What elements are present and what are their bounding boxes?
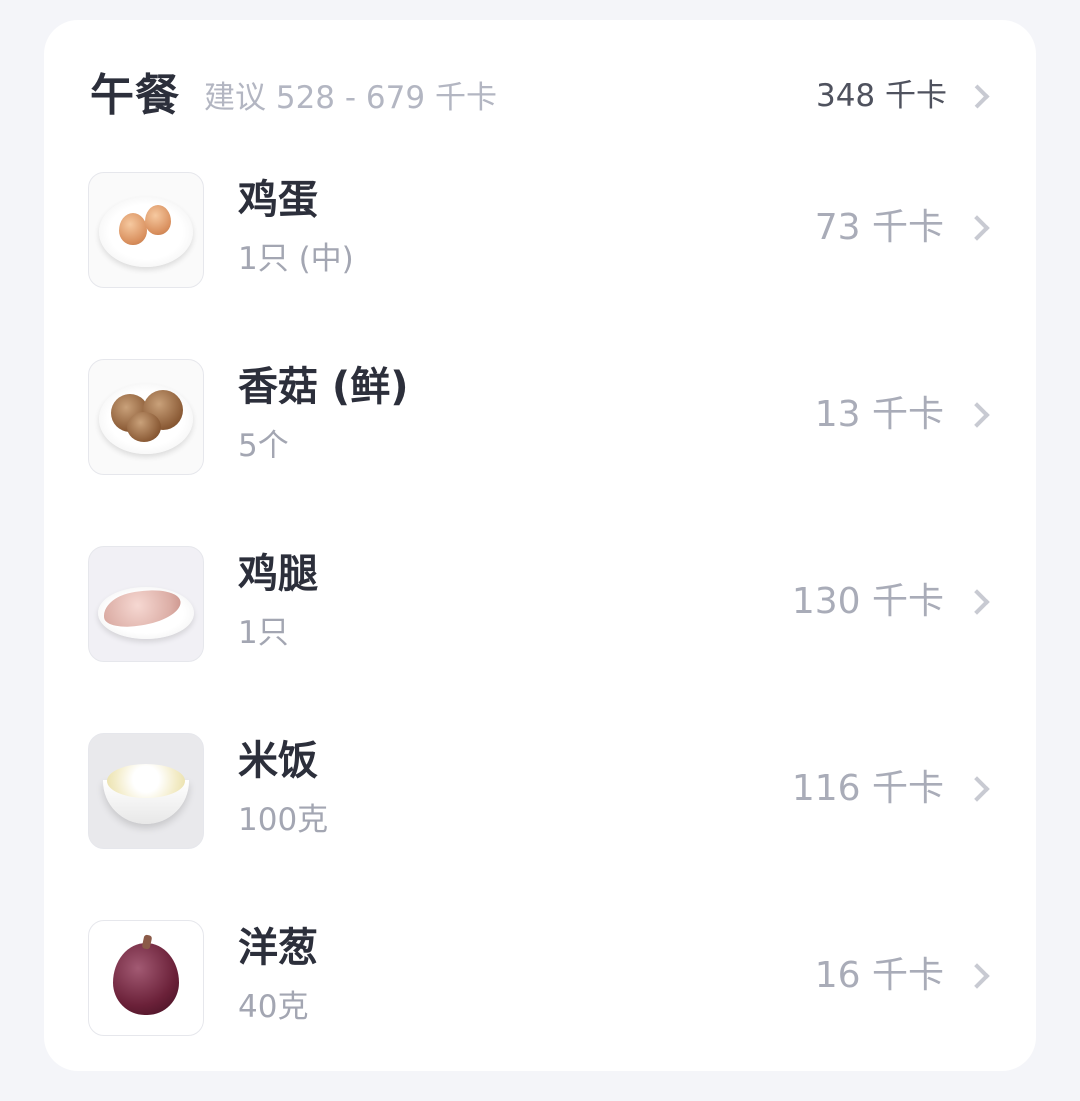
meal-total-value: 348 千卡	[815, 77, 947, 114]
food-amount: 5个	[238, 428, 289, 464]
food-calories-value: 13 千卡	[814, 394, 944, 435]
onion-icon	[88, 920, 204, 1036]
food-amount: 40克	[238, 989, 309, 1025]
food-calories-value: 73 千卡	[814, 207, 944, 248]
food-amount: 1只	[238, 615, 289, 651]
food-calories[interactable]: 130 千卡	[792, 584, 992, 620]
food-item-egg[interactable]: 鸡蛋 1只 (中) 73 千卡	[88, 172, 992, 288]
mushroom-icon	[88, 359, 204, 475]
food-name: 香菇 (鲜)	[238, 364, 409, 410]
food-calories-value: 16 千卡	[814, 955, 944, 996]
chevron-right-icon	[964, 776, 990, 802]
chevron-right-icon	[964, 215, 990, 241]
food-calories[interactable]: 16 千卡	[815, 958, 992, 994]
food-item-chicken-leg[interactable]: 鸡腿 1只 130 千卡	[88, 546, 992, 662]
food-name: 洋葱	[238, 925, 318, 971]
food-calories[interactable]: 73 千卡	[815, 210, 992, 246]
chevron-right-icon	[964, 589, 990, 615]
food-item-mushroom[interactable]: 香菇 (鲜) 5个 13 千卡	[88, 359, 992, 475]
meal-header[interactable]: 午餐 建议 528 - 679 千卡 348 千卡	[90, 66, 992, 126]
food-name: 鸡腿	[238, 551, 318, 597]
food-amount: 100克	[238, 802, 329, 838]
chevron-right-icon	[964, 402, 990, 428]
meal-title: 午餐	[90, 70, 180, 121]
food-item-onion[interactable]: 洋葱 40克 16 千卡	[88, 920, 992, 1036]
chicken-leg-icon	[88, 546, 204, 662]
food-name: 鸡蛋	[238, 177, 318, 223]
food-amount: 1只 (中)	[238, 241, 354, 277]
meal-card: 午餐 建议 528 - 679 千卡 348 千卡 鸡蛋 1只 (中) 73 千…	[44, 20, 1036, 1071]
egg-icon	[88, 172, 204, 288]
food-calories[interactable]: 13 千卡	[815, 397, 992, 433]
food-name: 米饭	[238, 738, 318, 784]
food-calories-value: 130 千卡	[791, 581, 944, 622]
food-calories-value: 116 千卡	[791, 768, 944, 809]
food-item-rice[interactable]: 米饭 100克 116 千卡	[88, 733, 992, 849]
food-calories[interactable]: 116 千卡	[792, 771, 992, 807]
meal-total[interactable]: 348 千卡	[815, 77, 992, 114]
chevron-right-icon	[964, 963, 990, 989]
rice-icon	[88, 733, 204, 849]
calorie-suggestion: 建议 528 - 679 千卡	[204, 79, 497, 116]
chevron-right-icon	[965, 83, 990, 109]
